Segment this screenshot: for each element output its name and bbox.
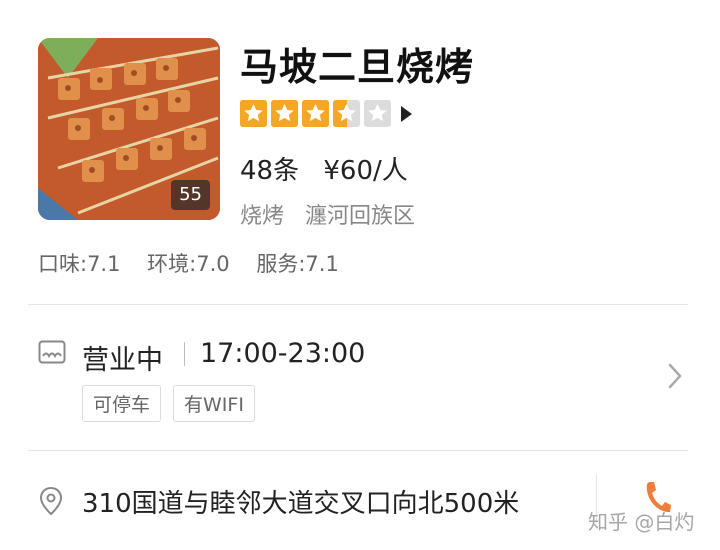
chevron-right-icon[interactable]	[666, 362, 684, 390]
divider	[28, 450, 688, 451]
business-status: 营业中	[82, 345, 163, 376]
separator	[184, 342, 185, 366]
district-label: 瀍河回族区	[305, 204, 416, 229]
divider	[28, 304, 688, 305]
tag-parking: 可停车	[82, 385, 162, 422]
star-icon	[240, 100, 267, 127]
category-label: 烧烤	[240, 204, 285, 229]
star-icon	[271, 100, 298, 127]
review-price-row: 48条 ¥60/人	[240, 150, 424, 187]
shop-name: 马坡二旦烧烤	[240, 45, 475, 89]
business-hours: 17:00-23:00	[200, 338, 366, 369]
shop-photo[interactable]: 55	[38, 38, 220, 220]
watermark: 知乎 @白灼	[588, 510, 695, 534]
environment-score: 环境:7.0	[147, 252, 230, 276]
star-rating[interactable]	[240, 100, 412, 127]
star-icon	[333, 100, 360, 127]
avg-price: ¥60/人	[323, 156, 408, 186]
address-text: 310国道与睦邻大道交叉口向北500米	[82, 489, 520, 519]
facility-tags: 可停车 有WIFI	[82, 385, 267, 422]
score-row: 口味:7.1 环境:7.0 服务:7.1	[38, 248, 359, 278]
review-count[interactable]: 48条	[240, 156, 299, 186]
photo-count-badge: 55	[171, 180, 210, 210]
play-arrow-icon[interactable]	[401, 105, 412, 122]
tag-wifi: 有WIFI	[173, 385, 255, 422]
storefront-icon	[38, 340, 66, 364]
location-pin-icon	[39, 486, 63, 516]
taste-score: 口味:7.1	[38, 252, 121, 276]
star-icon	[302, 100, 329, 127]
star-icon	[364, 100, 391, 127]
service-score: 服务:7.1	[256, 252, 339, 276]
category-row: 烧烤 瀍河回族区	[240, 198, 429, 230]
